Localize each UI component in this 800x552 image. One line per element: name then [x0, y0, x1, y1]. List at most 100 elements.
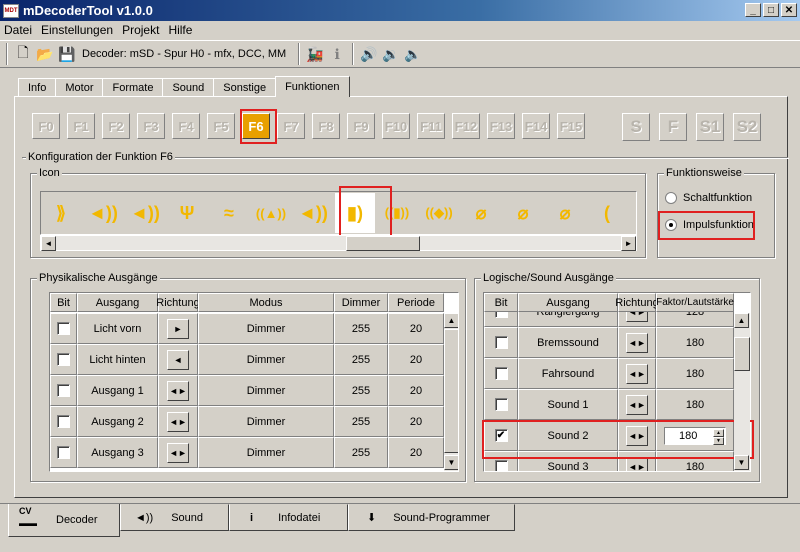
function-button-f4[interactable]: F4	[172, 113, 200, 139]
direction-button[interactable]: ◄►	[626, 394, 648, 415]
mode-cell[interactable]: Dimmer	[198, 344, 334, 375]
direction-button[interactable]: ◄►	[626, 425, 648, 446]
open-folder-icon[interactable]: 📂	[34, 43, 56, 65]
locomotive-info-icon[interactable]: ℹ	[326, 43, 348, 65]
scroll-down-arrow[interactable]: ▼	[734, 455, 749, 470]
function-button-f7[interactable]: F7	[277, 113, 305, 139]
function-button-f10[interactable]: F10	[382, 113, 410, 139]
bit-checkbox[interactable]	[494, 460, 508, 471]
scroll-thumb[interactable]	[444, 329, 458, 453]
special-button-s1[interactable]: S1	[696, 113, 724, 141]
bit-checkbox[interactable]	[57, 446, 70, 459]
dimmer-cell[interactable]: 255	[334, 406, 388, 437]
period-cell[interactable]: 20	[388, 406, 444, 437]
sound-icon-option[interactable]: Ψ	[167, 193, 207, 233]
period-cell[interactable]: 20	[388, 375, 444, 406]
dimmer-cell[interactable]: 255	[334, 437, 388, 468]
bottom-tab-sound-programmer[interactable]: ⬇ Sound-Programmer	[348, 504, 515, 531]
volume-cell[interactable]: 180	[656, 389, 734, 420]
direction-button[interactable]: ◄►	[167, 380, 189, 401]
function-button-f6[interactable]: F6	[242, 113, 270, 139]
sound-icon-option[interactable]: ◄))	[293, 193, 333, 233]
function-button-f0[interactable]: F0	[32, 113, 60, 139]
tab-funktionen[interactable]: Funktionen	[275, 76, 350, 97]
scroll-thumb[interactable]	[734, 337, 750, 371]
sound-icon-option[interactable]: ≈	[209, 193, 249, 233]
scroll-thumb[interactable]	[346, 236, 420, 251]
special-button-f[interactable]: F	[659, 113, 687, 141]
bit-checkbox[interactable]	[57, 322, 70, 335]
sound-icon-option[interactable]: ⌀	[503, 193, 543, 233]
logical-scrollbar[interactable]: ▲ ▼	[734, 313, 750, 471]
sound-icon-option[interactable]: ((▲))	[251, 193, 291, 233]
physical-scrollbar[interactable]: ▲ ▼	[444, 313, 458, 471]
function-button-f5[interactable]: F5	[207, 113, 235, 139]
mode-cell[interactable]: Dimmer	[198, 437, 334, 468]
sound-write-icon[interactable]: 🔊	[358, 43, 380, 65]
scroll-down-arrow[interactable]: ▼	[444, 455, 458, 470]
bit-checkbox[interactable]	[494, 398, 508, 411]
volume-cell[interactable]: 180	[656, 327, 734, 358]
mode-cell[interactable]: Dimmer	[198, 406, 334, 437]
period-cell[interactable]: 20	[388, 437, 444, 468]
radio-impulsfunktion[interactable]: Impulsfunktion	[665, 219, 754, 231]
bottom-tab-decoder[interactable]: CV ▬▬ Decoder	[8, 504, 120, 537]
locomotive-icon[interactable]: 🚂	[304, 43, 326, 65]
menu-projekt[interactable]: Projekt	[122, 23, 159, 37]
function-button-f14[interactable]: F14	[522, 113, 550, 139]
function-button-f13[interactable]: F13	[487, 113, 515, 139]
bit-checkbox[interactable]	[494, 367, 508, 380]
bit-checkbox[interactable]	[494, 336, 508, 349]
spin-up-arrow[interactable]: ▲	[713, 428, 724, 437]
tab-motor[interactable]: Motor	[55, 78, 104, 97]
tab-sound[interactable]: Sound	[162, 78, 215, 97]
function-button-f9[interactable]: F9	[347, 113, 375, 139]
bit-checkbox[interactable]	[57, 384, 70, 397]
menu-einstellungen[interactable]: Einstellungen	[41, 23, 113, 37]
tab-sonstige[interactable]: Sonstige	[213, 78, 277, 97]
special-button-s2[interactable]: S2	[733, 113, 761, 141]
period-cell[interactable]: 20	[388, 313, 444, 344]
minimize-button[interactable]: _	[745, 3, 761, 17]
period-cell[interactable]: 20	[388, 344, 444, 375]
sound-icon-option[interactable]: ⟫	[41, 193, 81, 233]
function-button-f1[interactable]: F1	[67, 113, 95, 139]
scroll-up-arrow[interactable]: ▲	[444, 313, 458, 328]
function-button-f2[interactable]: F2	[102, 113, 130, 139]
bottom-tab-sound[interactable]: ◄)) Sound	[120, 504, 229, 531]
dimmer-cell[interactable]: 255	[334, 344, 388, 375]
scroll-left-arrow[interactable]: ◄	[41, 236, 56, 251]
close-button[interactable]: ✕	[781, 3, 797, 17]
menu-hilfe[interactable]: Hilfe	[168, 23, 192, 37]
sound-icon-option[interactable]: ((▮))	[377, 193, 417, 233]
direction-button[interactable]: ►	[167, 318, 189, 339]
function-button-f12[interactable]: F12	[452, 113, 480, 139]
radio-schaltfunktion[interactable]: Schaltfunktion	[665, 192, 752, 204]
bit-checkbox[interactable]	[57, 415, 70, 428]
direction-button[interactable]: ◄►	[167, 442, 189, 463]
icon-scrollbar[interactable]: ◄ ►	[40, 235, 637, 251]
sound-locomotive-icon[interactable]: 🔉	[380, 43, 402, 65]
sound-icon-option[interactable]: ◄))	[125, 193, 165, 233]
menu-datei[interactable]: Datei	[4, 23, 32, 37]
direction-button[interactable]: ◄►	[626, 332, 648, 353]
dimmer-cell[interactable]: 255	[334, 375, 388, 406]
spin-down-arrow[interactable]: ▼	[713, 436, 724, 445]
direction-button[interactable]: ◄►	[626, 363, 648, 384]
tab-info[interactable]: Info	[18, 78, 57, 97]
direction-button[interactable]: ◄►	[167, 411, 189, 432]
sound-icon-option[interactable]: (	[587, 193, 627, 233]
sound-icon-option[interactable]: ◄))	[83, 193, 123, 233]
special-button-s[interactable]: S	[622, 113, 650, 141]
mode-cell[interactable]: Dimmer	[198, 375, 334, 406]
mode-cell[interactable]: Dimmer	[198, 313, 334, 344]
bit-checkbox[interactable]: ✔	[494, 429, 508, 442]
bottom-tab-infodatei[interactable]: i Infodatei	[229, 504, 348, 531]
dimmer-cell[interactable]: 255	[334, 313, 388, 344]
scroll-up-arrow[interactable]: ▲	[734, 313, 749, 328]
sound-icon-option[interactable]: ((◆))	[419, 193, 459, 233]
sound-info-icon[interactable]: 🔈	[402, 43, 424, 65]
maximize-button[interactable]: □	[763, 3, 779, 17]
volume-cell[interactable]: 180	[656, 451, 734, 471]
function-button-f3[interactable]: F3	[137, 113, 165, 139]
